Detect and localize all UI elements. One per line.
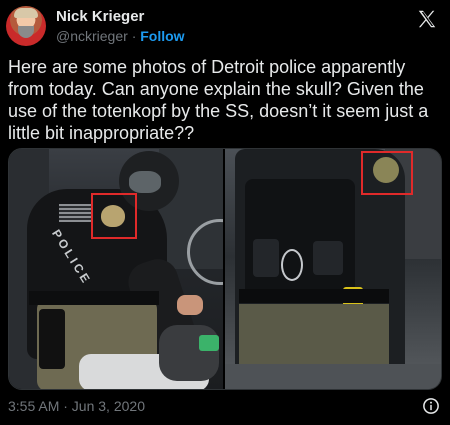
follow-button[interactable]: Follow (140, 28, 184, 44)
photo-police-officer-left[interactable]: POLICE (9, 149, 223, 389)
author-display-name[interactable]: Nick Krieger (56, 8, 185, 26)
tweet-timestamp[interactable]: 3:55 AM · Jun 3, 2020 (8, 398, 145, 414)
author-handle-row: @nckrieger · Follow (56, 27, 185, 45)
avatar[interactable] (6, 6, 46, 46)
x-logo-icon[interactable] (416, 8, 438, 30)
photo-police-officer-right[interactable] (225, 149, 441, 389)
tweet-header: Nick Krieger @nckrieger · Follow (6, 6, 442, 48)
info-icon[interactable] (422, 397, 440, 415)
media-grid: POLICE (8, 148, 442, 390)
author-handle[interactable]: @nckrieger (56, 28, 128, 44)
separator: · (131, 28, 137, 44)
tweet-text: Here are some photos of Detroit police a… (8, 57, 429, 143)
highlight-box-shoulder-patch (361, 151, 413, 195)
tweet-card: Nick Krieger @nckrieger · Follow Here ar… (0, 0, 450, 425)
highlight-box-skull-patch (91, 193, 137, 239)
author-names: Nick Krieger @nckrieger · Follow (56, 8, 185, 45)
